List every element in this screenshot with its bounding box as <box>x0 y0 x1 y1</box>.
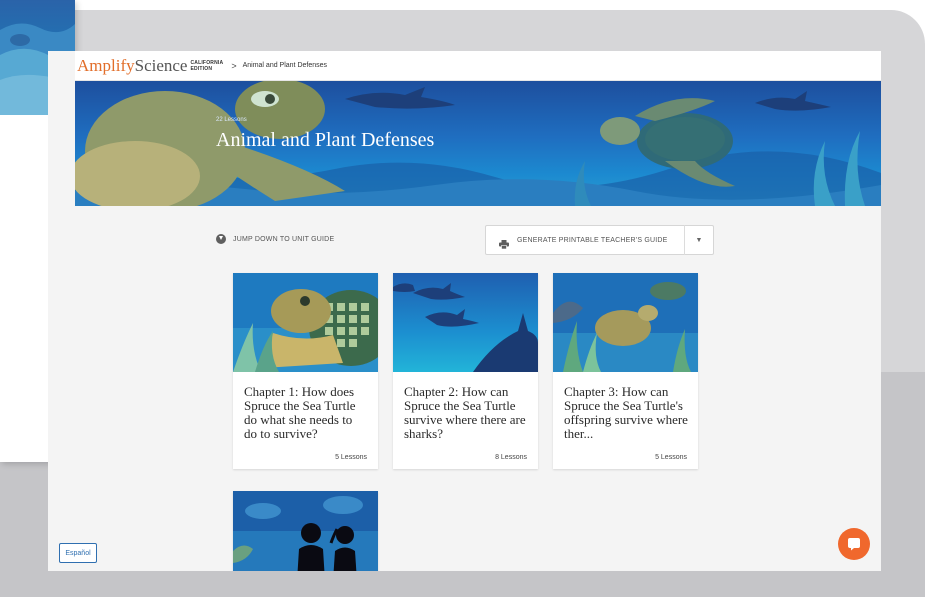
unit-guide-illustration <box>233 491 378 571</box>
hero-lesson-count: 22 Lessons <box>216 117 247 123</box>
logo-edition-line2: EDITION <box>190 65 213 72</box>
chapter-card-2[interactable]: Chapter 2: How can Spruce the Sea Turtle… <box>393 273 538 469</box>
chapter-1-title: Chapter 1: How does Spruce the Sea Turtl… <box>244 384 356 441</box>
chapter-2-illustration <box>393 273 538 372</box>
logo-science[interactable]: Science <box>135 56 188 76</box>
breadcrumb-current: Animal and Plant Defenses <box>242 62 328 69</box>
page-title: Animal and Plant Defenses <box>216 129 435 151</box>
chapter-3-illustration <box>553 273 698 372</box>
breadcrumb-separator: > <box>231 60 237 71</box>
logo-edition: CALIFORNIA EDITION <box>190 60 223 72</box>
generate-teachers-guide-label: GENERATE PRINTABLE TEACHER'S GUIDE <box>517 236 668 244</box>
chapter-3-title: Chapter 3: How can Spruce the Sea Turtle… <box>564 384 688 441</box>
jump-to-unit-guide-label: JUMP DOWN TO UNIT GUIDE <box>233 235 335 243</box>
chapter-1-lesson-count: 5 Lessons <box>335 454 367 461</box>
chapter-2-lesson-count: 8 Lessons <box>495 454 527 461</box>
chapter-1-illustration <box>233 273 378 372</box>
printer-icon <box>499 236 509 249</box>
language-toggle-button[interactable]: Español <box>59 543 97 563</box>
chapter-2-title: Chapter 2: How can Spruce the Sea Turtle… <box>404 384 526 441</box>
chapter-3-lesson-count: 5 Lessons <box>655 454 687 461</box>
unit-guide-card[interactable] <box>233 491 378 571</box>
generate-teachers-guide-button[interactable]: GENERATE PRINTABLE TEACHER'S GUIDE ▼ <box>485 225 714 255</box>
chat-bubble-icon[interactable] <box>838 528 870 560</box>
app-screen: Amplify Science CALIFORNIA EDITION > Ani… <box>48 51 881 571</box>
topbar: Amplify Science CALIFORNIA EDITION > Ani… <box>75 51 881 81</box>
chapter-card-1[interactable]: Chapter 1: How does Spruce the Sea Turtl… <box>233 273 378 469</box>
chapter-card-3[interactable]: Chapter 3: How can Spruce the Sea Turtle… <box>553 273 698 469</box>
hero-illustration <box>75 81 881 206</box>
unit-hero-banner: 22 Lessons Animal and Plant Defenses <box>75 81 881 206</box>
caret-down-icon[interactable]: ▼ <box>685 237 713 244</box>
chevron-down-circle-icon <box>216 234 226 244</box>
jump-to-unit-guide-link[interactable]: JUMP DOWN TO UNIT GUIDE <box>216 234 334 244</box>
logo-amplify[interactable]: Amplify <box>77 56 135 76</box>
